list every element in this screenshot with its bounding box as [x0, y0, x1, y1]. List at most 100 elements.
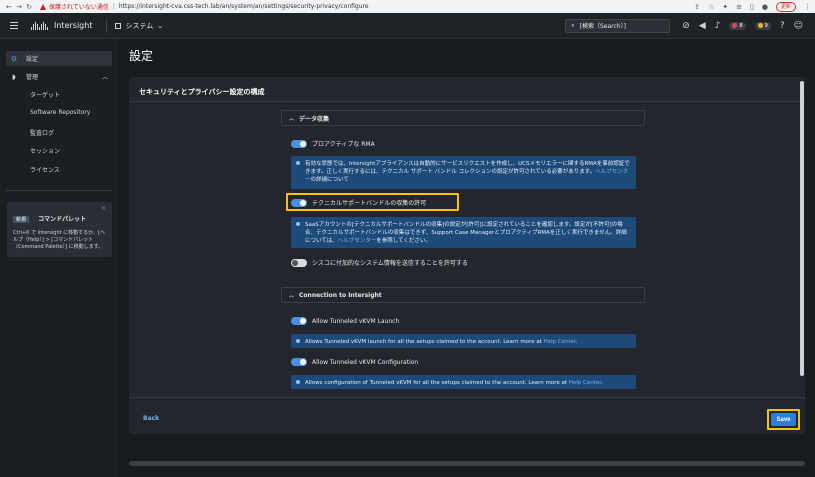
browser-menu-icon[interactable]: ⋮ — [804, 3, 811, 11]
insecure-warning-text: 保護されていない通信 — [49, 4, 109, 11]
user-icon[interactable]: ☺ — [794, 21, 803, 31]
sidebar-item-sessions[interactable]: セッション — [30, 146, 60, 155]
horizontal-scrollbar[interactable] — [129, 461, 805, 466]
help-center-link[interactable]: Help Center — [544, 339, 576, 345]
sidepanel-icon[interactable]: ▯ — [750, 3, 754, 11]
new-badge: 新規 — [13, 216, 30, 223]
menu-icon[interactable] — [10, 22, 18, 29]
check-circle-icon[interactable]: ⊘ — [682, 21, 690, 31]
info-text: 有効な状態では、Intersightアプライアンスは自動的にサービスリクエストを… — [305, 161, 630, 175]
vkvm-launch-toggle[interactable] — [291, 317, 307, 325]
help-center-link[interactable]: ヘルプセンター — [338, 238, 377, 244]
sidebar-item-targets[interactable]: ターゲット — [30, 90, 60, 99]
section-connection[interactable]: ︿ Connection to Intersight — [281, 287, 645, 303]
system-info-toggle[interactable] — [291, 258, 307, 267]
bell-icon[interactable]: ♪ — [715, 21, 721, 31]
system-selector[interactable]: システム ⌄ — [115, 21, 163, 31]
vkvm-config-info: Allows configuration of Tunneled vKVM fo… — [291, 375, 636, 389]
vkvm-launch-row: Allow Tunneled vKVM Launch — [291, 317, 399, 325]
sidebar-item-audit-logs[interactable]: 監査ログ — [30, 128, 54, 137]
vkvm-config-row: Allow Tunneled vKVM Configuration — [291, 358, 418, 366]
sidebar-item-licenses[interactable]: ライセンス — [30, 165, 60, 174]
cisco-logo — [31, 21, 48, 30]
command-palette-title: コマンドパレット — [38, 216, 87, 223]
command-palette-card: 新規 コマンドパレット × Ctrl+K で Intersight に移動するか… — [7, 202, 112, 257]
chevron-down-icon: ⌄ — [157, 21, 164, 30]
info-tail: . — [575, 339, 578, 345]
proactive-rma-label: プロアクティブな RMA — [312, 141, 375, 148]
extensions-icon[interactable]: ✦ — [722, 3, 728, 11]
vkvm-launch-info: Allows Tunneled vKVM launch for all the … — [291, 334, 636, 348]
critical-icon — [732, 23, 738, 28]
page-title: 設定 — [129, 49, 154, 63]
insecure-warning[interactable]: 保護されていない通信 — [40, 2, 109, 11]
reading-list-icon[interactable]: ≡ — [736, 3, 742, 11]
footer-divider — [129, 397, 805, 398]
vkvm-config-toggle[interactable] — [291, 358, 307, 366]
info-icon — [296, 380, 300, 384]
command-palette-body: Ctrl+K で Intersight に移動するか、[ヘルプ（Help）] >… — [13, 230, 106, 250]
shield-icon: ◗ — [12, 72, 16, 81]
address-bar[interactable]: https://intersight-cva.css-tech.lab/an/s… — [119, 3, 369, 10]
section-data-collection[interactable]: ︿ データ収集 — [281, 110, 645, 126]
critical-alarms-badge[interactable]: 8 — [729, 21, 746, 30]
warning-triangle-icon — [757, 23, 763, 28]
sidebar: ⚙ 設定 ◗ 管理 ︿ ターゲット Software Repository 監査… — [0, 39, 118, 477]
panel-title: セキュリティとプライバシー設定の構成 — [139, 88, 265, 96]
search-icon: ⌕ — [571, 21, 575, 29]
help-center-link[interactable]: Help Center — [569, 380, 601, 386]
proactive-rma-info: 有効な状態では、Intersightアプライアンスは自動的にサービスリクエストを… — [291, 156, 636, 189]
profile-icon[interactable]: ● — [762, 3, 768, 11]
back-button[interactable]: Back — [143, 415, 159, 422]
vkvm-config-label: Allow Tunneled vKVM Configuration — [312, 358, 419, 366]
critical-count: 8 — [739, 22, 743, 29]
reload-icon[interactable]: ↻ — [24, 3, 34, 11]
warning-icon — [40, 3, 46, 10]
sidebar-item-admin[interactable]: ◗ 管理 ︿ — [6, 69, 112, 84]
proactive-rma-row: プロアクティブな RMA — [291, 139, 375, 148]
share-icon[interactable]: ⇪ — [694, 3, 700, 11]
chevron-up-icon: ︿ — [101, 74, 108, 81]
info-icon — [296, 222, 300, 226]
bookmark-star-icon[interactable]: ☆ — [708, 3, 714, 11]
browser-actions: ⇪ ☆ ✦ ≡ ▯ ● 更新 ⋮ — [694, 1, 811, 12]
sidebar-item-label: 設定 — [26, 56, 39, 63]
chevron-up-icon: ︿ — [289, 115, 295, 122]
header-divider — [106, 18, 108, 33]
warning-alarms-badge[interactable]: 9 — [754, 21, 771, 30]
url-separator: | — [112, 3, 115, 10]
back-arrow-icon[interactable]: ← — [4, 3, 14, 11]
announcement-icon[interactable]: ◀ — [699, 21, 706, 31]
sidebar-divider — [6, 190, 112, 191]
settings-panel: セキュリティとプライバシー設定の構成 ︿ データ収集 プロアクティブな RMA … — [129, 77, 805, 434]
update-button[interactable]: 更新 — [775, 1, 796, 12]
scrollbar[interactable] — [800, 81, 804, 376]
info-tail: . — [601, 380, 603, 386]
tech-support-label: テクニカルサポートバンドルの収集の許可 — [312, 200, 427, 207]
system-info-label: シスコに付加的なシステム情報を送信することを許可する — [312, 260, 468, 267]
chevron-up-icon: ︿ — [289, 292, 295, 299]
system-label: システム — [125, 21, 154, 30]
info-text: Allows Tunneled vKVM launch for all the … — [305, 339, 544, 345]
close-icon[interactable]: × — [101, 205, 106, 212]
search-placeholder: [検索（Search）] — [579, 23, 626, 30]
proactive-rma-toggle[interactable] — [291, 139, 307, 148]
sidebar-item-settings[interactable]: ⚙ 設定 — [6, 51, 112, 66]
browser-toolbar: ← → ↻ 保護されていない通信 | https://intersight-cv… — [0, 0, 815, 13]
tech-support-toggle[interactable] — [291, 198, 307, 207]
sidebar-item-software-repository[interactable]: Software Repository — [30, 109, 90, 116]
info-icon — [296, 339, 300, 343]
help-icon[interactable]: ? — [780, 21, 785, 31]
info-text: Allows configuration of Tunneled vKVM fo… — [305, 380, 569, 386]
header-icons: ⊘ ◀ ♪ 8 9 ? ☺ — [682, 21, 803, 31]
search-input[interactable]: ⌕ [検索（Search）] — [565, 18, 671, 33]
app-header: Intersight システム ⌄ ⌕ [検索（Search）] ⊘ ◀ ♪ 8… — [0, 13, 815, 39]
gear-icon: ⚙ — [10, 54, 18, 63]
save-button[interactable]: Save — [771, 413, 796, 426]
section-heading: Connection to Intersight — [299, 291, 382, 299]
tech-support-info: SaaSアカウントの[テクニカルサポートバンドルの収集]の設定が[許可]に設定さ… — [291, 217, 636, 248]
section-heading: データ収集 — [299, 115, 330, 123]
info-tail: を参照してください。 — [376, 238, 431, 244]
forward-arrow-icon[interactable]: → — [14, 3, 24, 11]
system-info-row: シスコに付加的なシステム情報を送信することを許可する — [291, 258, 468, 267]
